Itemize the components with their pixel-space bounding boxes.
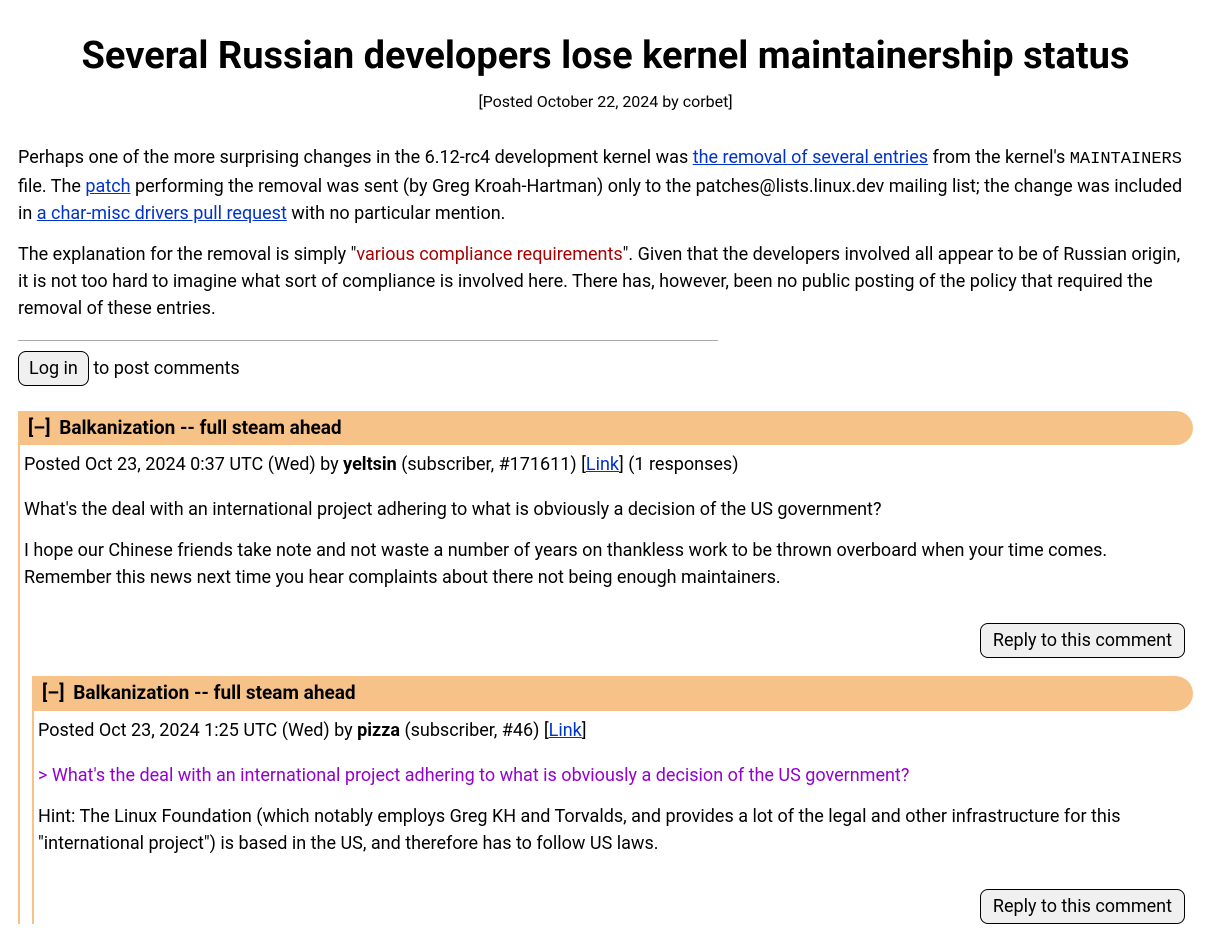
collapse-toggle[interactable]: [–] — [28, 416, 51, 439]
comment-permalink[interactable]: Link — [549, 720, 582, 741]
divider — [18, 340, 718, 341]
reply-button[interactable]: Reply to this comment — [980, 623, 1185, 658]
comment-author: yeltsin — [343, 454, 397, 475]
comment-header: [–] Balkanization -- full steam ahead — [20, 411, 1193, 446]
link-pull-request[interactable]: a char-misc drivers pull request — [37, 203, 287, 224]
comment-header: [–] Balkanization -- full steam ahead — [34, 676, 1193, 711]
comment-title: Balkanization -- full steam ahead — [59, 416, 341, 439]
comment-meta: Posted Oct 23, 2024 1:25 UTC (Wed) by pi… — [34, 711, 1193, 744]
comment-permalink[interactable]: Link — [586, 454, 619, 475]
collapse-toggle[interactable]: [–] — [42, 681, 65, 704]
article-paragraph-1: Perhaps one of the more surprising chang… — [18, 144, 1193, 227]
article-title: Several Russian developers lose kernel m… — [18, 28, 1193, 85]
link-patch[interactable]: patch — [85, 176, 130, 197]
comment-author: pizza — [357, 720, 400, 741]
reply-button[interactable]: Reply to this comment — [980, 889, 1185, 924]
comment: [–] Balkanization -- full steam ahead Po… — [32, 676, 1193, 924]
quoted-text: > What's the deal with an international … — [38, 762, 1185, 789]
comment-body: > What's the deal with an international … — [34, 744, 1193, 875]
comment-meta: Posted Oct 23, 2024 0:37 UTC (Wed) by ye… — [20, 445, 1193, 478]
comment: [–] Balkanization -- full steam ahead Po… — [18, 411, 1193, 924]
login-prompt: Log in to post comments — [18, 351, 1193, 386]
compliance-quote: various compliance requirements — [356, 244, 622, 265]
login-button[interactable]: Log in — [18, 351, 89, 386]
maintainers-code: MAINTAINERS — [1070, 150, 1182, 169]
article-paragraph-2: The explanation for the removal is simpl… — [18, 241, 1193, 322]
comment-body: What's the deal with an international pr… — [20, 478, 1193, 609]
article-byline: [Posted October 22, 2024 by corbet] — [18, 90, 1193, 114]
comment-title: Balkanization -- full steam ahead — [73, 681, 355, 704]
link-removal-entries[interactable]: the removal of several entries — [693, 147, 928, 168]
